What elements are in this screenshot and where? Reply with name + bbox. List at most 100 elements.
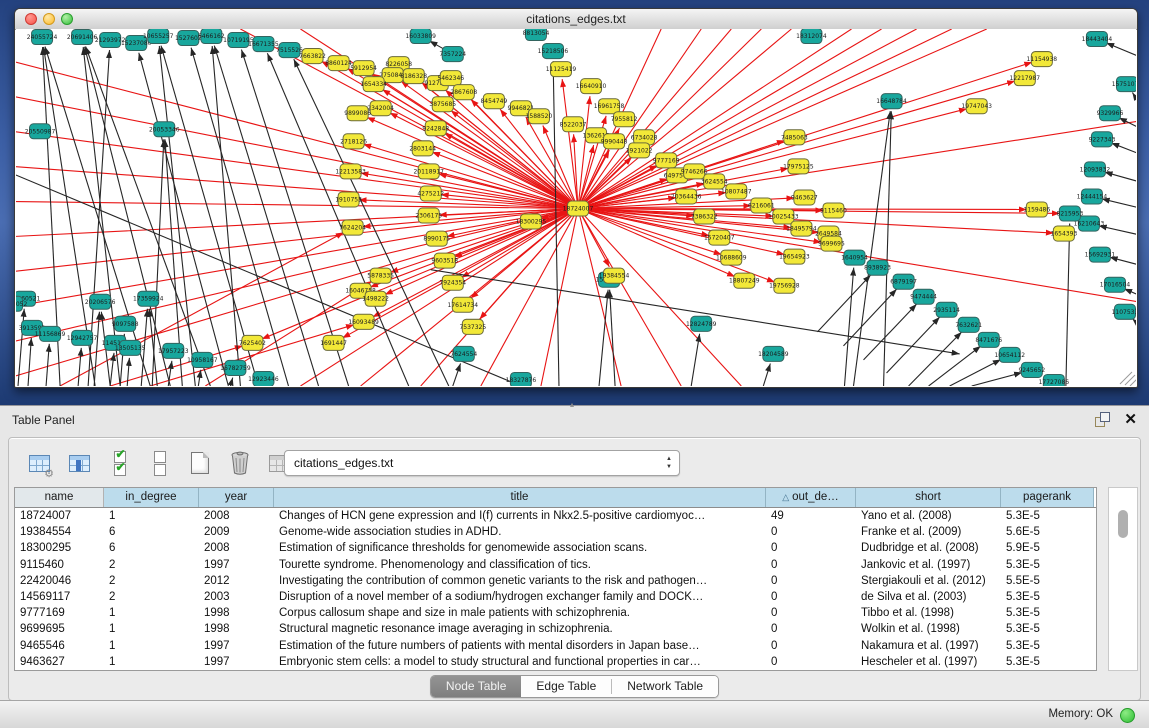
table-cell: 22420046 — [15, 573, 104, 589]
table-row[interactable]: 1456911722003Disruption of a novel membe… — [15, 589, 1096, 605]
graph-edge — [1124, 289, 1136, 295]
column-header-out_de[interactable]: △out_de… — [766, 488, 856, 507]
table-row[interactable]: 2242004622012Investigating the contribut… — [15, 573, 1096, 589]
table-cell: Disruption of a novel member of a sodium… — [274, 589, 766, 605]
table-cell: 9777169 — [15, 605, 104, 621]
node-table[interactable]: namein_degreeyeartitle△out_de…shortpager… — [14, 487, 1097, 671]
network-view-window[interactable]: citations_edges.txt 24055724206914062129… — [14, 8, 1138, 388]
table-cell: Changes of HCN gene expression and I(f) … — [274, 508, 766, 524]
graph-edge — [817, 275, 870, 332]
table-cell: 6 — [104, 540, 199, 556]
graph-node-label: 19756928 — [769, 283, 800, 290]
table-row[interactable]: 1938455462009Genome-wide association stu… — [15, 524, 1096, 540]
graph-node-label: 10655257 — [143, 33, 174, 40]
graph-node-label: 15751074 — [1112, 81, 1136, 88]
graph-node-label: 20550987 — [25, 128, 56, 135]
graph-node-label: 16648784 — [876, 98, 907, 105]
show-columns-button[interactable] — [66, 450, 93, 477]
table-selector-dropdown[interactable]: citations_edges.txt ▲▼ — [284, 450, 680, 476]
graph-node-label: 19747043 — [961, 103, 992, 110]
table-cell: 5.3E-5 — [1001, 621, 1094, 637]
graph-node-label: 2718126 — [340, 138, 367, 145]
table-cell: 0 — [766, 654, 856, 670]
select-all-button[interactable]: ✔✔ — [106, 450, 133, 477]
minimize-window-button[interactable] — [43, 13, 55, 25]
table-cell: Wolkin et al. (1998) — [856, 621, 1001, 637]
tab-edge-table[interactable]: Edge Table — [521, 676, 611, 697]
status-bar: Memory: OK — [0, 700, 1149, 728]
memory-ok-indicator — [1120, 708, 1135, 723]
zoom-window-button[interactable] — [61, 13, 73, 25]
table-row[interactable]: 977716911998Corpus callosum shape and si… — [15, 605, 1096, 621]
graph-node-label: 8215953 — [1057, 211, 1084, 218]
show-columns-icon — [69, 455, 90, 472]
graph-node-label: 13505135 — [115, 345, 146, 352]
table-cell: 2009 — [199, 524, 274, 540]
table-cell: 5.3E-5 — [1001, 508, 1094, 524]
column-header-name[interactable]: name — [15, 488, 104, 507]
table-cell: 1 — [104, 621, 199, 637]
column-header-pagerank[interactable]: pagerank — [1001, 488, 1094, 507]
delete-column-button[interactable] — [226, 450, 253, 477]
table-row[interactable]: 1872400712008Changes of HCN gene express… — [15, 508, 1096, 524]
graph-node-label: 7537325 — [459, 324, 486, 331]
table-panel: ▴ Table Panel ✕ ⚙ ✔✔ — [0, 405, 1149, 728]
graph-edge — [1099, 226, 1136, 235]
graph-node-label: 1691447 — [320, 340, 347, 347]
table-settings-button[interactable]: ⚙ — [26, 450, 53, 477]
graph-node-label: 9245652 — [1018, 367, 1045, 374]
graph-edge — [610, 290, 615, 386]
table-cell: 49 — [766, 508, 856, 524]
table-row[interactable]: 969969511998Structural magnetic resonanc… — [15, 621, 1096, 637]
table-scrollbar[interactable] — [1108, 487, 1138, 671]
graph-node-label: 8813054 — [523, 30, 550, 37]
column-header-title[interactable]: title — [274, 488, 766, 507]
table-row[interactable]: 946554611997Estimation of the future num… — [15, 638, 1096, 654]
graph-node-label: 7485063 — [781, 134, 808, 141]
scrollbar-thumb[interactable] — [1118, 510, 1128, 538]
network-window-titlebar[interactable]: citations_edges.txt — [15, 9, 1137, 30]
graph-node-label: 8226058 — [385, 61, 412, 68]
graph-node-label: 7357224 — [439, 51, 466, 58]
table-cell: Franke et al. (2009) — [856, 524, 1001, 540]
graph-node-label: 19384554 — [599, 273, 630, 280]
table-panel-header: Table Panel ✕ — [0, 406, 1149, 434]
new-column-button[interactable] — [186, 450, 213, 477]
graph-node-label: 9329966 — [1097, 110, 1124, 117]
unselect-all-button[interactable] — [146, 450, 173, 477]
table-cell: 0 — [766, 557, 856, 573]
float-panel-icon[interactable] — [1095, 412, 1110, 427]
column-header-in_degree[interactable]: in_degree — [104, 488, 199, 507]
table-cell: 5.9E-5 — [1001, 540, 1094, 556]
graph-node-label: 8186328 — [400, 73, 427, 80]
graph-node-label: 11156869 — [35, 331, 66, 338]
tab-network-table[interactable]: Network Table — [612, 676, 718, 697]
graph-node-label: 1107533 — [1112, 309, 1136, 316]
graph-node-label: 2867608 — [450, 89, 477, 96]
graph-edge — [929, 346, 981, 386]
network-canvas[interactable]: 2405572420691406212939721523708010655257… — [16, 29, 1136, 386]
table-cell: Nakamura et al. (1997) — [856, 638, 1001, 654]
graph-node-label: 17614734 — [448, 302, 479, 309]
table-header-row: namein_degreeyeartitle△out_de…shortpager… — [15, 488, 1096, 508]
tab-node-table[interactable]: Node Table — [431, 676, 522, 697]
table-row[interactable]: 911546021997Tourette syndrome. Phenomeno… — [15, 557, 1096, 573]
cytoscape-desktop: citations_edges.txt 24055724206914062129… — [0, 0, 1149, 405]
table-row[interactable]: 1830029562008Estimation of significance … — [15, 540, 1096, 556]
column-header-year[interactable]: year — [199, 488, 274, 507]
table-cell: 0 — [766, 621, 856, 637]
graph-node-label: 17359924 — [133, 296, 164, 303]
column-header-short[interactable]: short — [856, 488, 1001, 507]
graph-edge — [599, 290, 608, 386]
table-cell: 1997 — [199, 654, 274, 670]
close-window-button[interactable] — [25, 13, 37, 25]
close-panel-icon[interactable]: ✕ — [1124, 412, 1137, 427]
graph-node-label: 9990448 — [601, 138, 628, 145]
table-cell: 9699695 — [15, 621, 104, 637]
table-row[interactable]: 946362711997Embryonic stem cells: a mode… — [15, 654, 1096, 670]
network-graph[interactable]: 2405572420691406212939721523708010655257… — [16, 29, 1136, 386]
new-document-icon — [191, 452, 209, 474]
window-resize-grip[interactable] — [1120, 372, 1136, 386]
table-cell: 2012 — [199, 573, 274, 589]
table-cell: 5.5E-5 — [1001, 573, 1094, 589]
